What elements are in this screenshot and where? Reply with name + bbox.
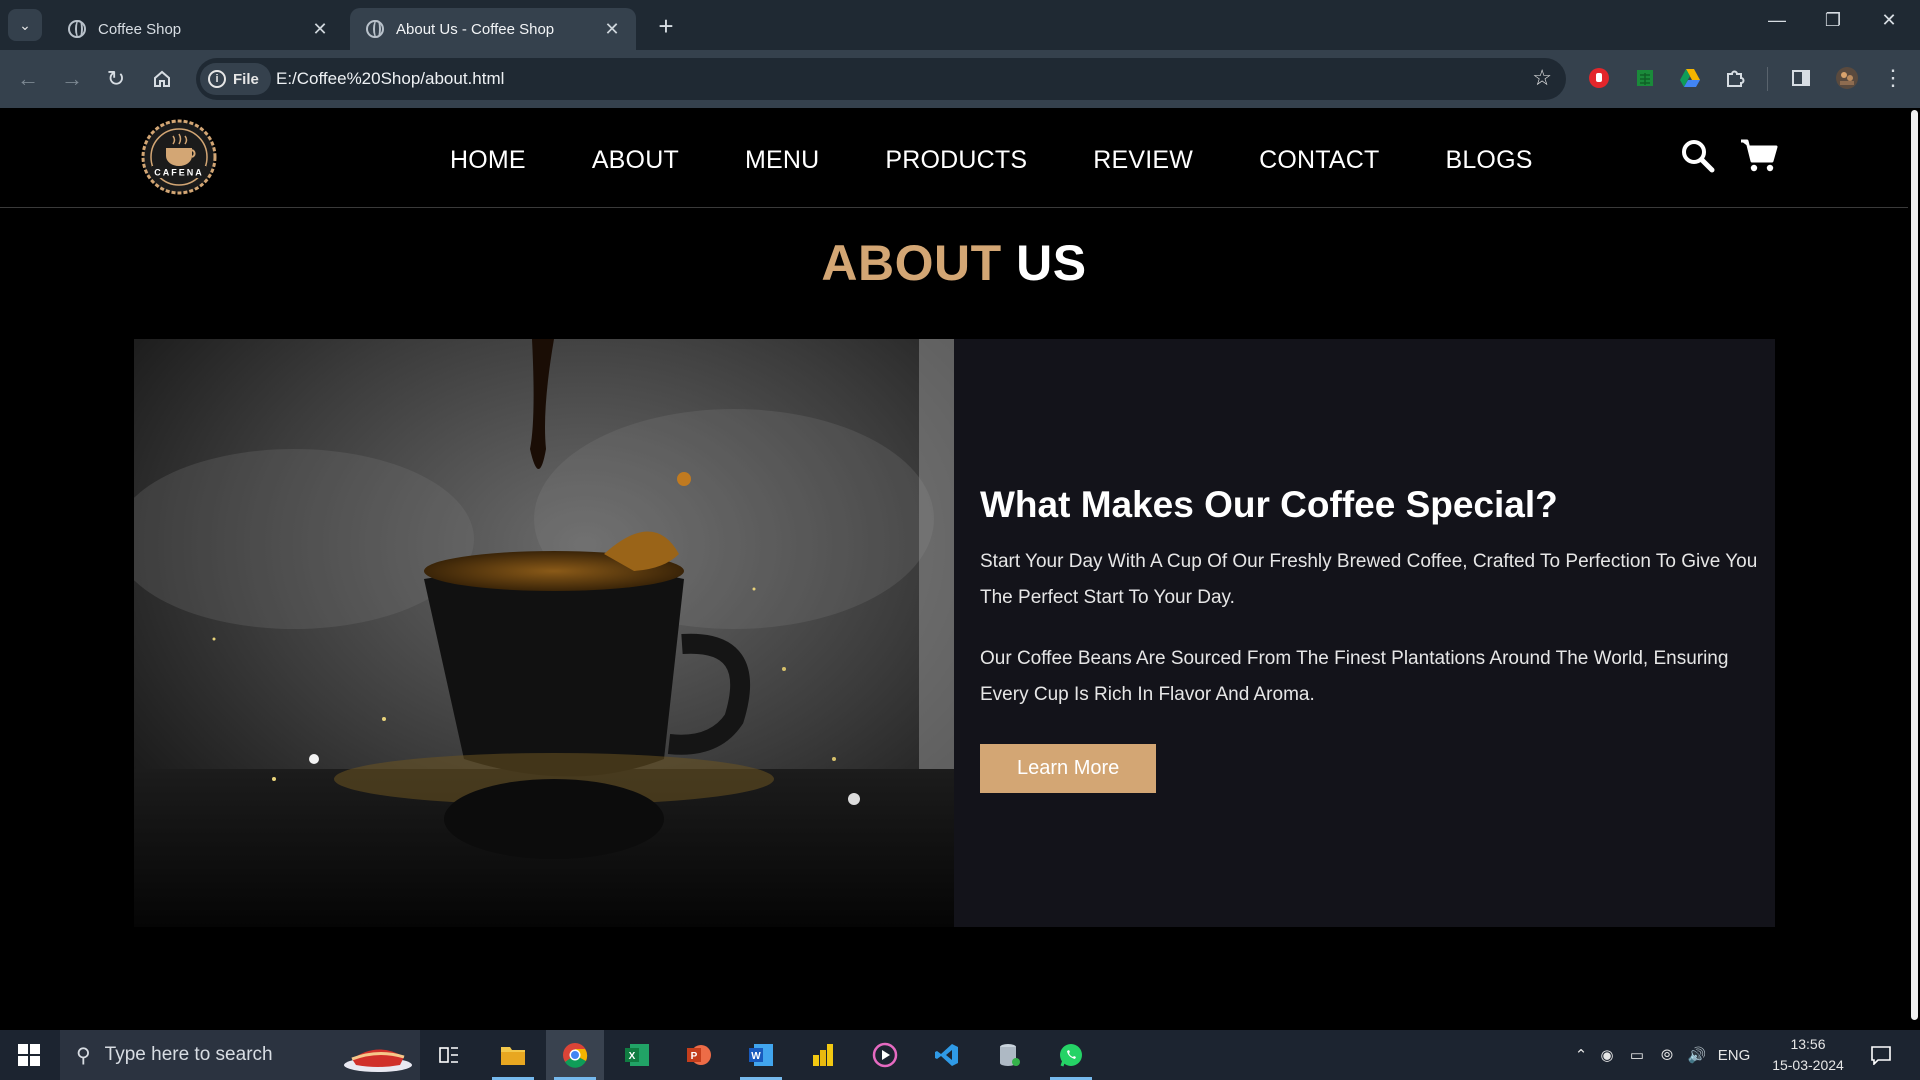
vscode-icon[interactable] [918, 1030, 976, 1080]
extensions-puzzle-icon[interactable] [1722, 65, 1748, 91]
learn-more-button[interactable]: Learn More [980, 744, 1157, 793]
tab-about-us[interactable]: About Us - Coffee Shop ✕ [350, 8, 636, 50]
notifications-icon[interactable] [1852, 1030, 1910, 1080]
logo-text: CAFENA [154, 168, 204, 178]
file-explorer-icon[interactable] [484, 1030, 542, 1080]
about-content: What Makes Our Coffee Special? Start You… [980, 484, 1760, 793]
battery-icon[interactable]: ▭ [1622, 1046, 1652, 1064]
url-text[interactable]: E:/Coffee%20Shop/about.html [276, 69, 504, 89]
system-tray: ⌃ ◉ ▭ ⦾ 🔊 ENG [1570, 1030, 1756, 1080]
site-info-chip[interactable]: i File [200, 63, 271, 95]
database-app-icon[interactable] [980, 1030, 1038, 1080]
windows-logo-icon [18, 1044, 40, 1066]
svg-text:W: W [751, 1051, 761, 1062]
nav-link-contact[interactable]: CONTACT [1259, 146, 1379, 175]
info-icon: i [208, 70, 226, 88]
toolbar-divider [1767, 67, 1768, 91]
close-icon[interactable]: ✕ [310, 19, 330, 40]
nav-link-home[interactable]: HOME [450, 146, 526, 175]
clock-time: 13:56 [1790, 1036, 1826, 1052]
forward-button[interactable]: → [57, 64, 87, 94]
sheets-extension-icon[interactable] [1632, 65, 1658, 91]
site-header: CAFENA HOME ABOUT MENU PRODUCTS REVIEW C… [0, 108, 1908, 208]
window-close-button[interactable]: ✕ [1866, 10, 1912, 31]
media-player-icon[interactable] [856, 1030, 914, 1080]
browser-tab-bar: ⌄ Coffee Shop ✕ About Us - Coffee Shop ✕… [0, 0, 1920, 50]
tab-search-button[interactable]: ⌄ [8, 9, 42, 41]
new-tab-button[interactable]: + [652, 11, 680, 42]
about-paragraph-1: Start Your Day With A Cup Of Our Freshly… [980, 551, 1758, 608]
side-panel-icon[interactable] [1788, 65, 1814, 91]
wifi-icon[interactable]: ⦾ [1652, 1047, 1682, 1064]
title-rest: US [1016, 235, 1087, 291]
about-paragraph-2: Our Coffee Beans Are Sourced From The Fi… [980, 648, 1729, 705]
adblock-extension-icon[interactable] [1586, 65, 1612, 91]
start-button[interactable] [0, 1030, 58, 1080]
about-section: What Makes Our Coffee Special? Start You… [134, 339, 1775, 927]
coffee-cup-image [134, 339, 954, 927]
title-accent: ABOUT [821, 235, 1002, 291]
nav-link-about[interactable]: ABOUT [592, 146, 679, 175]
more-menu-icon[interactable]: ⋮ [1880, 65, 1906, 91]
search-icon: ⚲ [76, 1044, 91, 1067]
scrollbar-thumb[interactable] [1911, 110, 1918, 1020]
search-highlight-pie-image [344, 1049, 412, 1072]
whatsapp-icon[interactable] [1042, 1030, 1100, 1080]
tab-title: About Us - Coffee Shop [396, 20, 555, 38]
back-button[interactable]: ← [13, 64, 43, 94]
power-bi-icon[interactable] [794, 1030, 852, 1080]
language-indicator[interactable]: ENG [1712, 1047, 1756, 1064]
chevron-up-icon[interactable]: ⌃ [1570, 1046, 1592, 1064]
clock-date: 15-03-2024 [1772, 1057, 1844, 1073]
about-heading: What Makes Our Coffee Special? [980, 484, 1558, 525]
svg-text:X: X [629, 1051, 636, 1062]
page-scrollbar[interactable] [1908, 108, 1920, 1030]
nav-link-products[interactable]: PRODUCTS [885, 146, 1027, 175]
nav-link-blogs[interactable]: BLOGS [1445, 146, 1532, 175]
volume-icon[interactable]: 🔊 [1682, 1046, 1712, 1064]
taskbar-search-box[interactable]: ⚲ Type here to search [60, 1030, 420, 1080]
cart-icon[interactable] [1740, 138, 1778, 179]
globe-icon [68, 20, 86, 38]
address-bar[interactable]: i File E:/Coffee%20Shop/about.html ☆ [196, 58, 1566, 100]
restore-button[interactable]: ❐ [1810, 10, 1856, 31]
word-icon[interactable]: W [732, 1030, 790, 1080]
tab-title: Coffee Shop [98, 20, 182, 38]
tab-coffee-shop[interactable]: Coffee Shop ✕ [52, 8, 344, 50]
chip-label: File [233, 70, 259, 88]
chevron-down-icon: ⌄ [19, 16, 31, 33]
chrome-icon[interactable] [546, 1030, 604, 1080]
task-view-icon[interactable] [420, 1030, 478, 1080]
windows-taskbar: ⚲ Type here to search X P W ⌃ ◉ ▭ ⦾ 🔊 EN… [0, 1030, 1920, 1080]
excel-icon[interactable]: X [608, 1030, 666, 1080]
page-title: ABOUT US [0, 234, 1908, 292]
powerpoint-icon[interactable]: P [670, 1030, 728, 1080]
browser-toolbar: ← → ↻ i File E:/Coffee%20Shop/about.html… [0, 50, 1920, 108]
cafena-logo[interactable]: CAFENA [132, 118, 226, 196]
reload-button[interactable]: ↻ [101, 64, 131, 94]
nav-link-menu[interactable]: MENU [745, 146, 819, 175]
close-icon[interactable]: ✕ [602, 19, 622, 40]
meet-now-icon[interactable]: ◉ [1592, 1046, 1622, 1064]
minimize-button[interactable]: — [1754, 10, 1800, 31]
search-placeholder: Type here to search [104, 1044, 273, 1065]
taskbar-clock[interactable]: 13:56 15-03-2024 [1766, 1034, 1850, 1076]
home-button[interactable] [147, 64, 177, 94]
nav-link-review[interactable]: REVIEW [1093, 146, 1193, 175]
search-icon[interactable] [1680, 138, 1716, 179]
home-icon [154, 70, 170, 87]
main-nav: HOME ABOUT MENU PRODUCTS REVIEW CONTACT … [450, 146, 1599, 175]
svg-text:P: P [691, 1051, 698, 1062]
web-page: CAFENA HOME ABOUT MENU PRODUCTS REVIEW C… [0, 108, 1908, 1030]
profile-avatar-icon[interactable] [1834, 65, 1860, 91]
globe-icon [366, 20, 384, 38]
bookmark-star-icon[interactable]: ☆ [1532, 65, 1552, 91]
google-drive-icon[interactable] [1677, 65, 1703, 91]
